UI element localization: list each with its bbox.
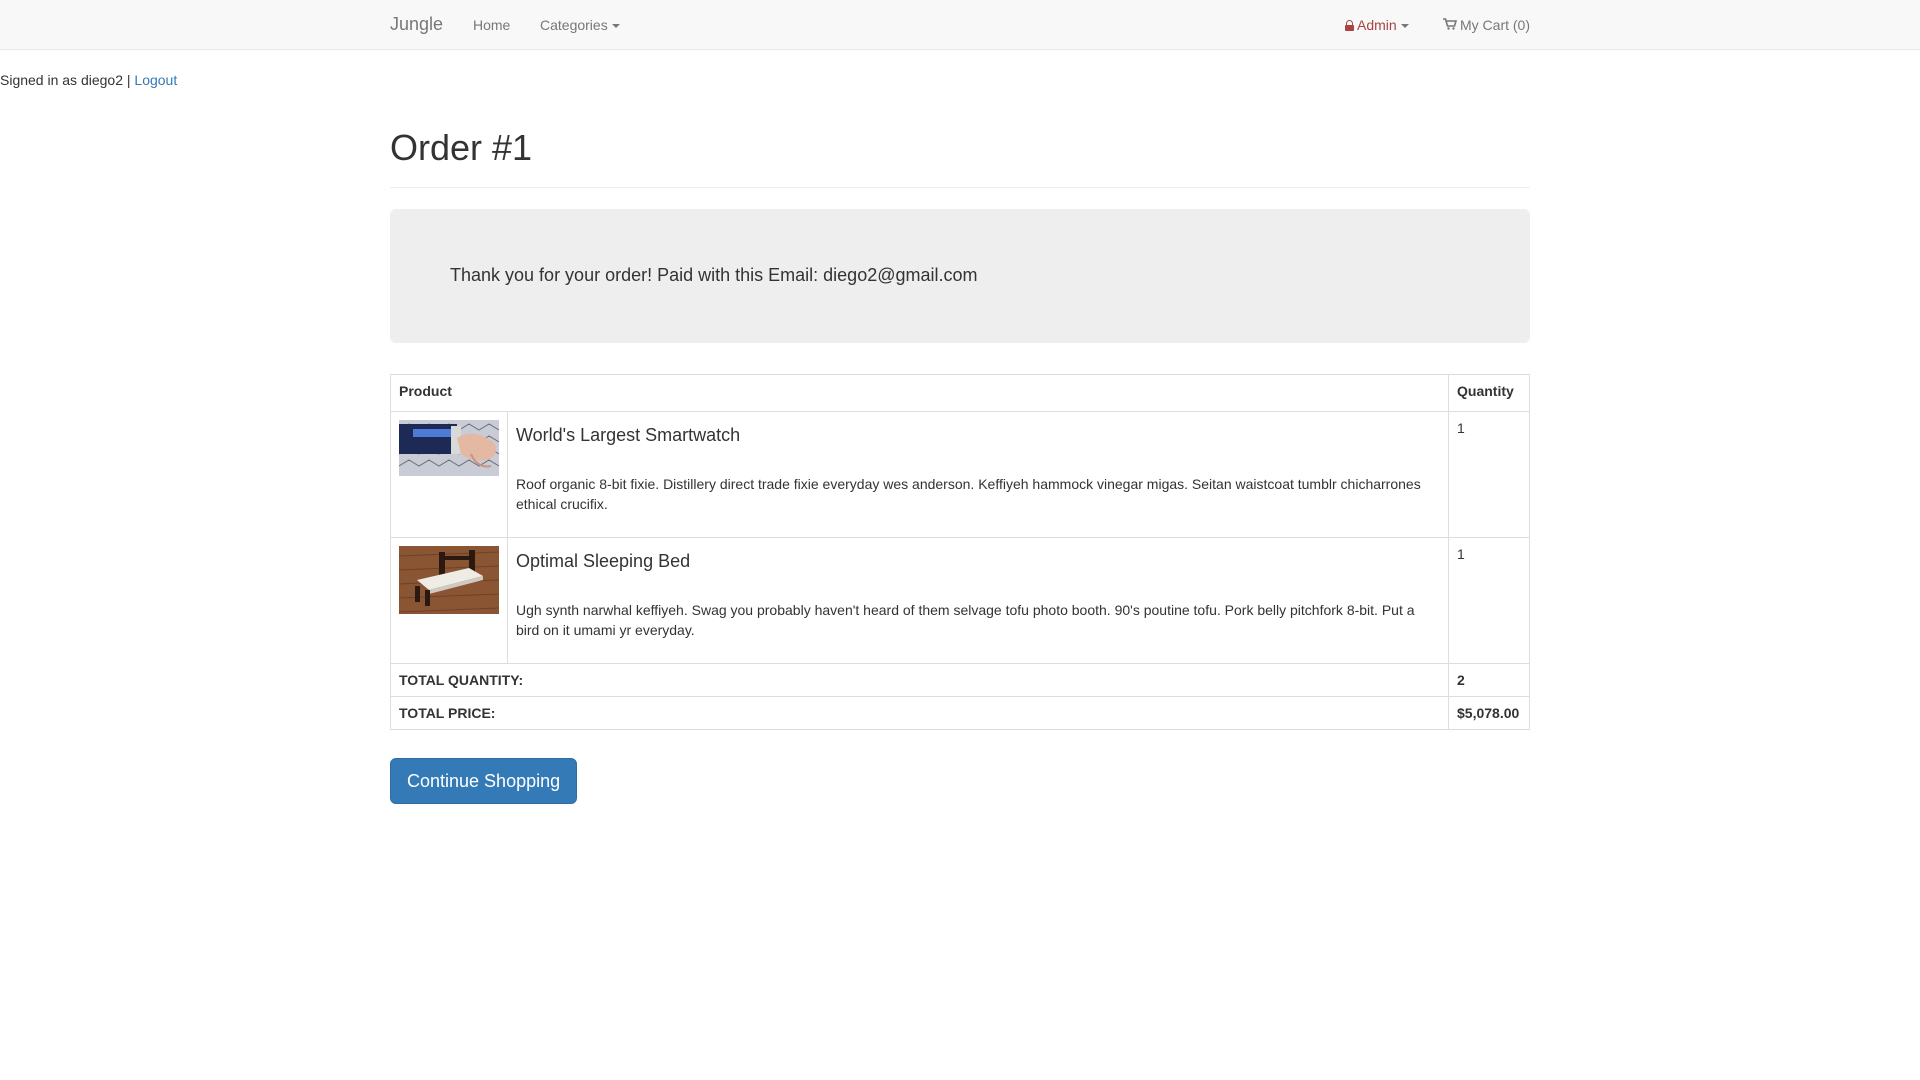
product-info-cell: Optimal Sleeping Bed Ugh synth narwhal k… bbox=[507, 537, 1449, 664]
table-header-row: Product Quantity bbox=[390, 374, 1530, 412]
total-price-row: TOTAL PRICE: $5,078.00 bbox=[390, 696, 1530, 730]
total-quantity-label: TOTAL QUANTITY: bbox=[390, 663, 1449, 697]
page-title: Order #1 bbox=[390, 127, 533, 168]
thank-you-message: Thank you for your order! Paid with this… bbox=[450, 265, 978, 285]
order-confirmation-banner: Thank you for your order! Paid with this… bbox=[390, 209, 1530, 343]
top-navbar: Jungle Home Categories Admin My Cart (0) bbox=[0, 0, 1920, 50]
smartwatch-product-image bbox=[399, 420, 499, 476]
navbar-container: Jungle Home Categories Admin My Cart (0) bbox=[390, 0, 1530, 50]
nav-admin-dropdown[interactable]: Admin bbox=[1345, 17, 1409, 33]
order-table: Product Quantity World's Largest Smartwa… bbox=[390, 374, 1530, 730]
product-info-cell: World's Largest Smartwatch Roof organic … bbox=[507, 411, 1449, 538]
column-header-product: Product bbox=[390, 374, 1449, 412]
product-quantity: 1 bbox=[1448, 411, 1530, 538]
total-price-label: TOTAL PRICE: bbox=[390, 696, 1449, 730]
product-name: Optimal Sleeping Bed bbox=[516, 551, 691, 571]
cart-label: My Cart (0) bbox=[1460, 17, 1530, 33]
product-image-cell bbox=[390, 411, 508, 538]
categories-label: Categories bbox=[540, 17, 608, 33]
product-description: Ugh synth narwhal keffiyeh. Swag you pro… bbox=[516, 602, 1415, 638]
nav-cart-link[interactable]: My Cart (0) bbox=[1443, 17, 1530, 33]
product-quantity: 1 bbox=[1448, 537, 1530, 664]
table-row: World's Largest Smartwatch Roof organic … bbox=[390, 411, 1530, 538]
nav-home-link[interactable]: Home bbox=[473, 17, 510, 33]
product-image-cell bbox=[390, 537, 508, 664]
logout-link[interactable]: Logout bbox=[134, 72, 177, 88]
title-divider bbox=[390, 187, 1530, 188]
product-description: Roof organic 8-bit fixie. Distillery dir… bbox=[516, 476, 1421, 512]
total-quantity-value: 2 bbox=[1448, 663, 1530, 697]
table-row: Optimal Sleeping Bed Ugh synth narwhal k… bbox=[390, 537, 1530, 664]
admin-label: Admin bbox=[1357, 17, 1397, 33]
nav-categories-dropdown[interactable]: Categories bbox=[540, 17, 620, 33]
total-price-value: $5,078.00 bbox=[1448, 696, 1530, 730]
signed-in-text: Signed in as diego2 | bbox=[0, 72, 131, 88]
cart-icon bbox=[1443, 18, 1457, 30]
caret-down-icon bbox=[1400, 24, 1409, 29]
column-header-quantity: Quantity bbox=[1448, 374, 1530, 412]
caret-down-icon bbox=[611, 24, 620, 29]
bed-product-image bbox=[399, 546, 499, 614]
signed-in-status: Signed in as diego2 | Logout bbox=[0, 72, 177, 88]
continue-shopping-button[interactable]: Continue Shopping bbox=[390, 758, 578, 804]
brand-link[interactable]: Jungle bbox=[390, 14, 443, 35]
total-quantity-row: TOTAL QUANTITY: 2 bbox=[390, 663, 1530, 697]
product-name: World's Largest Smartwatch bbox=[516, 425, 741, 445]
lock-icon bbox=[1345, 20, 1354, 31]
